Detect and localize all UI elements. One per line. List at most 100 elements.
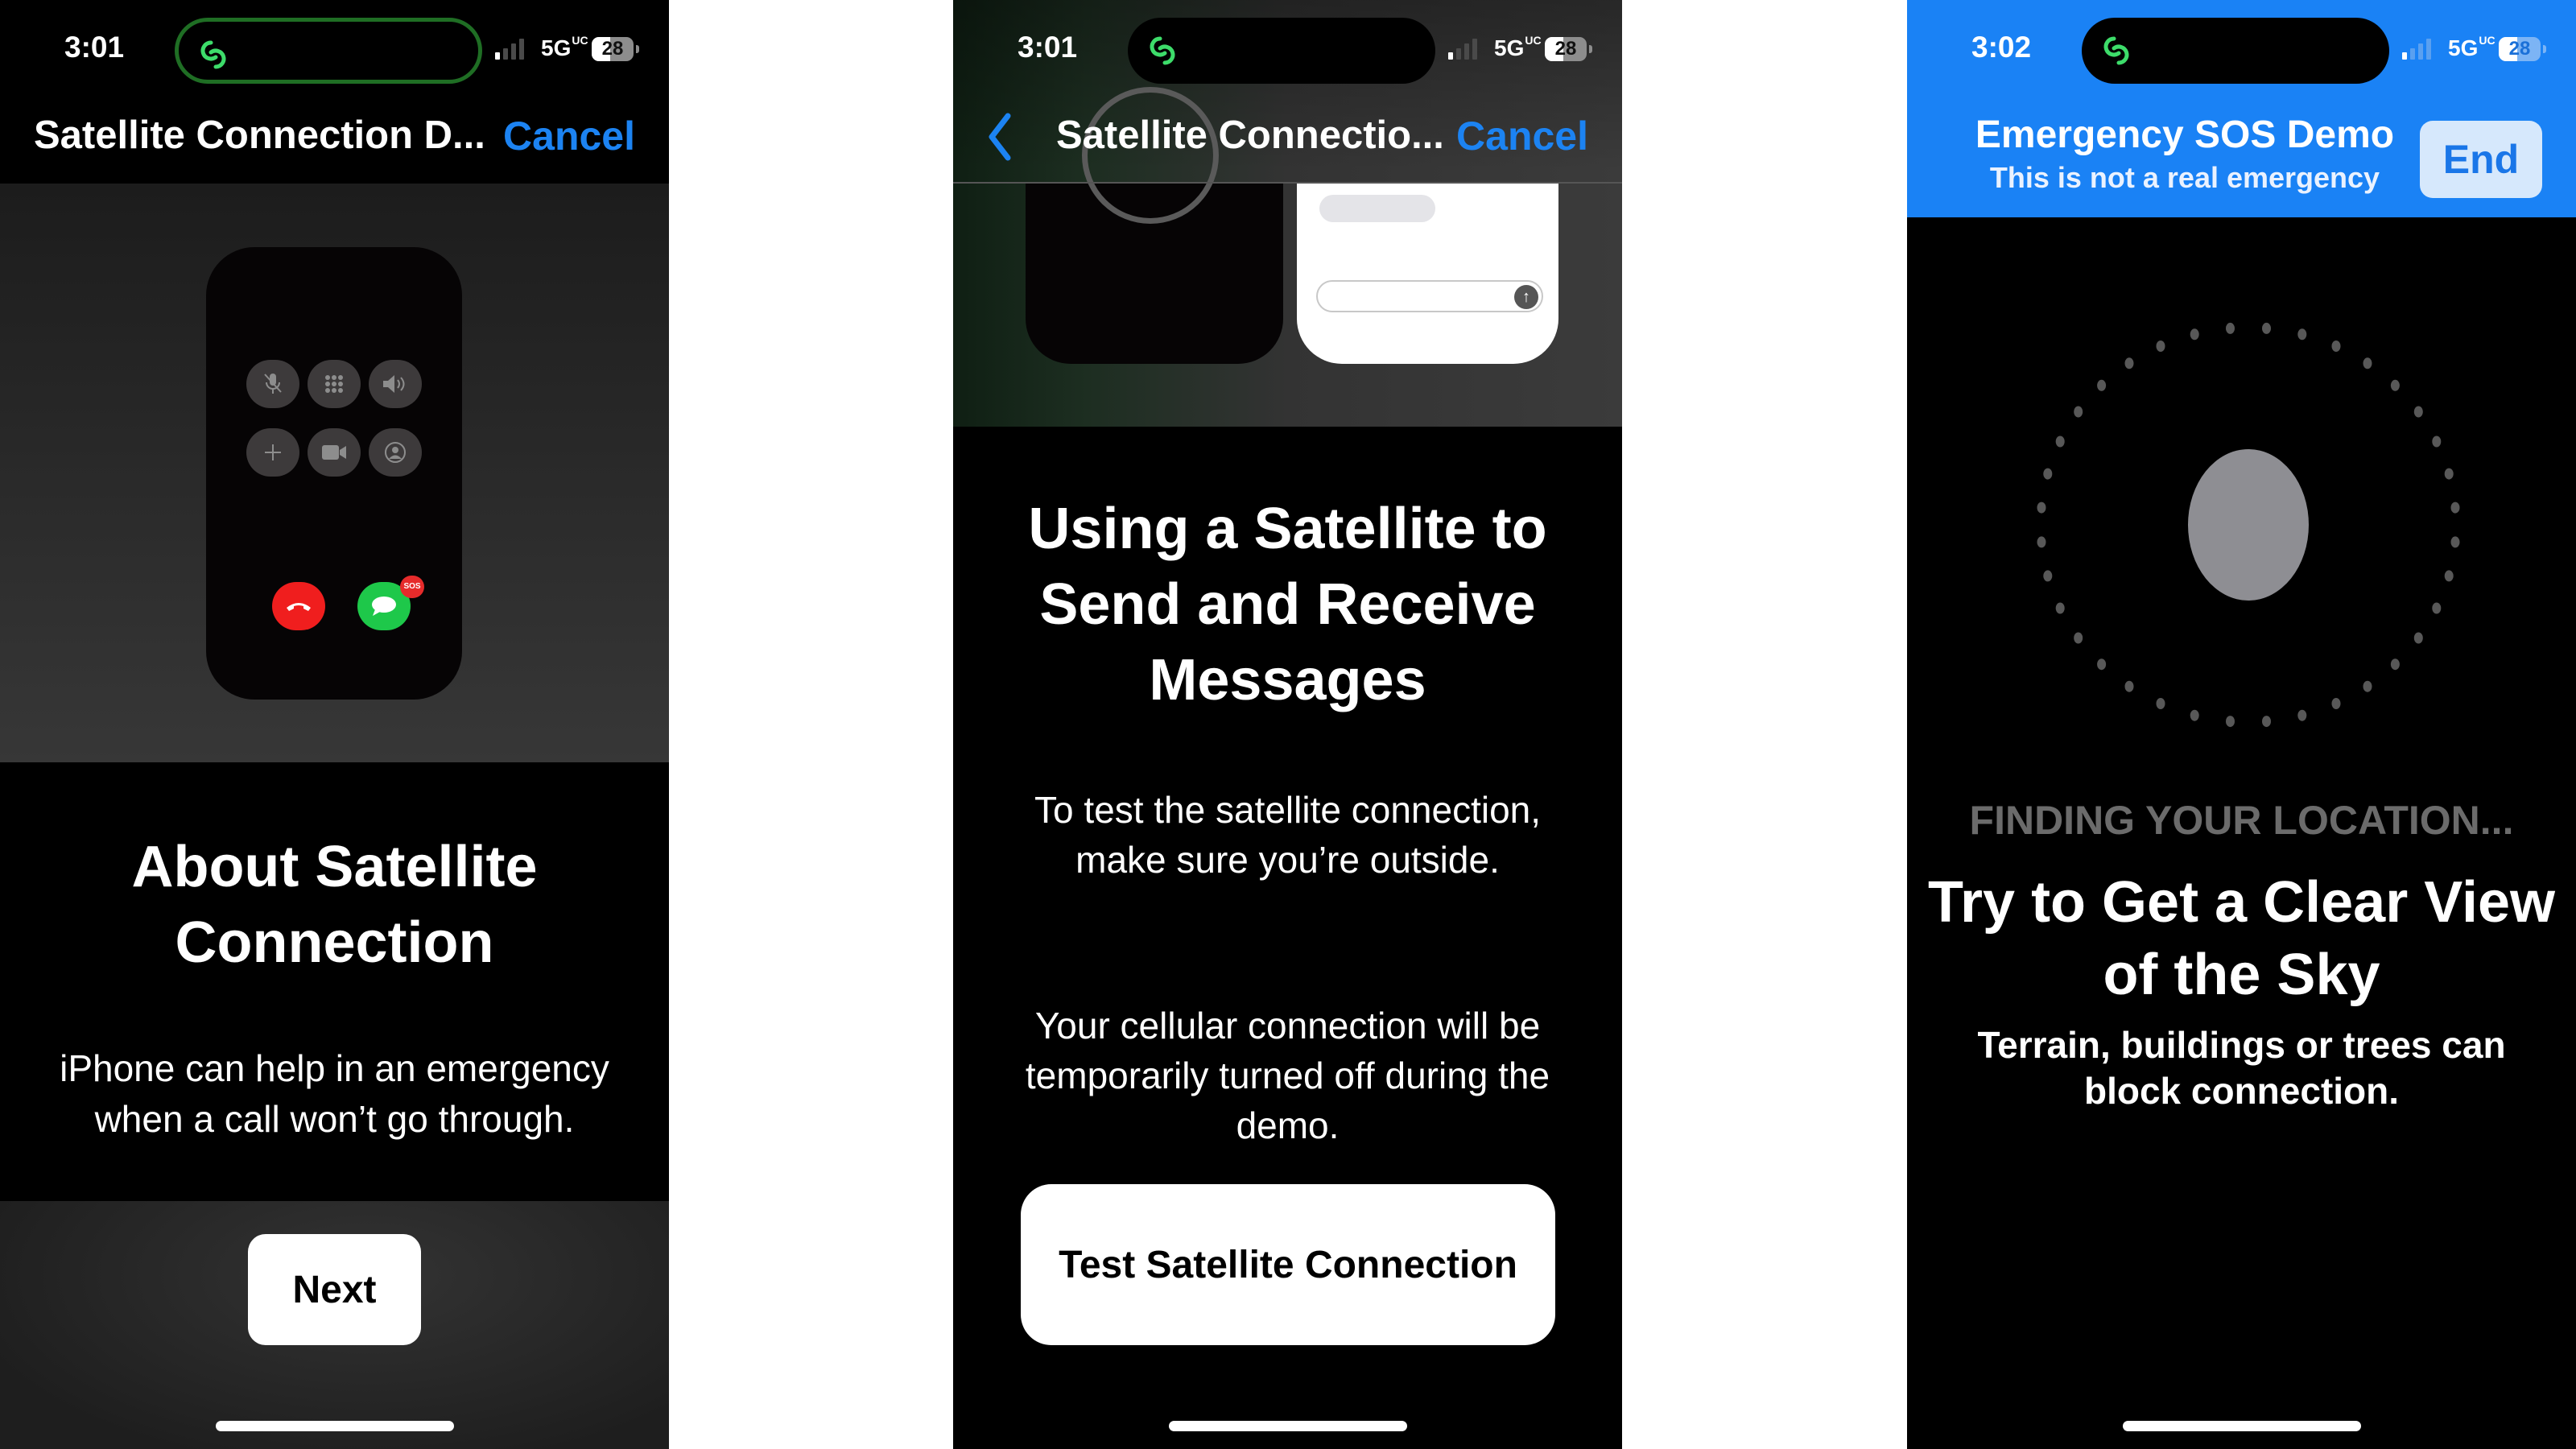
progress-dot [2297, 328, 2307, 341]
center-disc [2188, 449, 2309, 601]
progress-dot [2097, 379, 2107, 391]
progress-dot [2390, 658, 2400, 671]
test-satellite-connection-button[interactable]: Test Satellite Connection [1021, 1184, 1555, 1345]
progress-dot [2055, 602, 2065, 614]
contacts-icon [369, 428, 422, 477]
status-bar: 3:01 5GUC 28 [0, 0, 669, 97]
progress-dot [2432, 436, 2442, 448]
phone-call-illustration: SOS [206, 247, 462, 700]
keypad-icon [308, 360, 361, 408]
progress-dot [2074, 632, 2083, 644]
description-text: Terrain, buildings or trees can block co… [1977, 1024, 2506, 1112]
progress-dot [2156, 698, 2165, 709]
chevron-left-icon[interactable] [984, 111, 1016, 163]
battery-icon: 28 [2499, 37, 2541, 61]
sos-demo-title: Emergency SOS Demo [1975, 114, 2395, 156]
cancel-button[interactable]: Cancel [1456, 113, 1588, 159]
description-text-cellular: Your cellular connection will be tempora… [1025, 1005, 1550, 1146]
progress-dot [2444, 468, 2454, 480]
screen-about-satellite: 3:01 5GUC 28 Satellite Connection D... C… [0, 0, 669, 1449]
progress-dot [2124, 680, 2134, 692]
status-time: 3:01 [1018, 31, 1078, 64]
progress-dot [2156, 341, 2165, 352]
progress-dot [2190, 709, 2199, 721]
messages-illustration: ↑ [1297, 184, 1558, 364]
page-title: About Satellite Connection [131, 835, 538, 975]
progress-dot [2190, 328, 2199, 341]
screen-using-satellite: ↑ 3:01 5GUC 28 Satellite Connectio... Ca… [953, 0, 1622, 1449]
dark-phone-illustration [1026, 87, 1283, 364]
cancel-button[interactable]: Cancel [503, 113, 635, 159]
sos-badge: SOS [400, 576, 424, 598]
location-finder-animation [2037, 322, 2460, 728]
progress-dot [2226, 322, 2235, 334]
dynamic-island[interactable] [175, 18, 482, 84]
battery-icon: 28 [1545, 37, 1587, 61]
satellite-link-icon [1150, 36, 1175, 65]
battery-cap [2543, 45, 2546, 53]
progress-dot [2390, 379, 2400, 391]
network-type: 5GUC [1494, 33, 1542, 60]
progress-dot [2432, 602, 2442, 614]
screen-emergency-sos-demo: 3:02 5GUC 28 Emergency SOS Demo This is … [1907, 0, 2576, 1449]
message-bubble [1319, 195, 1435, 222]
satellite-link-icon [200, 40, 226, 69]
battery-cap [1589, 45, 1592, 53]
progress-dot [2413, 406, 2423, 418]
network-type: 5GUC [541, 33, 588, 60]
progress-dot [2262, 716, 2271, 728]
progress-dot [2097, 658, 2107, 671]
network-type: 5GUC [2448, 33, 2496, 60]
nav-title: Satellite Connectio... [1056, 114, 1444, 157]
status-time: 3:01 [64, 31, 125, 64]
arrow-up-icon: ↑ [1514, 285, 1538, 309]
speaker-icon [369, 360, 422, 408]
page-title: Try to Get a Clear View of the Sky [1928, 870, 2555, 1007]
progress-dot [2037, 502, 2046, 514]
mute-icon [246, 360, 299, 408]
status-bar: 3:02 5GUC 28 [1907, 0, 2576, 97]
nav-divider [953, 182, 1622, 184]
progress-dot [2074, 406, 2083, 418]
dynamic-island[interactable] [1128, 18, 1435, 84]
battery-cap [636, 45, 639, 53]
end-call-icon [272, 582, 325, 630]
finding-location-status: FINDING YOUR LOCATION... [1969, 798, 2514, 843]
progress-dot [2043, 468, 2053, 480]
compose-field-illustration: ↑ [1316, 280, 1543, 312]
battery-icon: 28 [592, 37, 634, 61]
progress-dot [2444, 570, 2454, 582]
page-title: Using a Satellite to Send and Receive Me… [1028, 497, 1547, 712]
next-button[interactable]: Next [248, 1234, 421, 1345]
progress-dot [2226, 716, 2235, 728]
facetime-icon [308, 428, 361, 477]
progress-dot [2262, 322, 2271, 334]
home-indicator[interactable] [1169, 1421, 1407, 1431]
satellite-link-icon [2103, 36, 2129, 65]
dynamic-island[interactable] [2082, 18, 2389, 84]
nav-title: Satellite Connection D... [34, 114, 485, 157]
description-text-outside: To test the satellite connection, make s… [1034, 789, 1542, 881]
add-call-icon [246, 428, 299, 477]
description-text: iPhone can help in an emergency when a c… [60, 1047, 609, 1140]
home-indicator[interactable] [2123, 1421, 2361, 1431]
progress-dot [2331, 698, 2341, 709]
signal-strength-icon [495, 39, 527, 60]
progress-dot [2055, 436, 2065, 448]
end-button[interactable]: End [2420, 121, 2542, 198]
status-bar: 3:01 5GUC 28 [953, 0, 1622, 97]
sos-demo-subtitle: This is not a real emergency [1989, 161, 2380, 194]
signal-strength-icon [2402, 39, 2434, 60]
progress-dot [2450, 536, 2460, 548]
status-time: 3:02 [1971, 31, 2032, 64]
progress-dot [2037, 536, 2046, 548]
progress-dot [2124, 357, 2134, 369]
progress-dot [2413, 632, 2423, 644]
progress-dot [2331, 341, 2341, 352]
progress-dot [2043, 570, 2053, 582]
home-indicator[interactable] [216, 1421, 454, 1431]
progress-dot [2363, 680, 2372, 692]
progress-dot [2297, 709, 2307, 721]
progress-dot [2450, 502, 2460, 514]
progress-dot [2363, 357, 2372, 369]
